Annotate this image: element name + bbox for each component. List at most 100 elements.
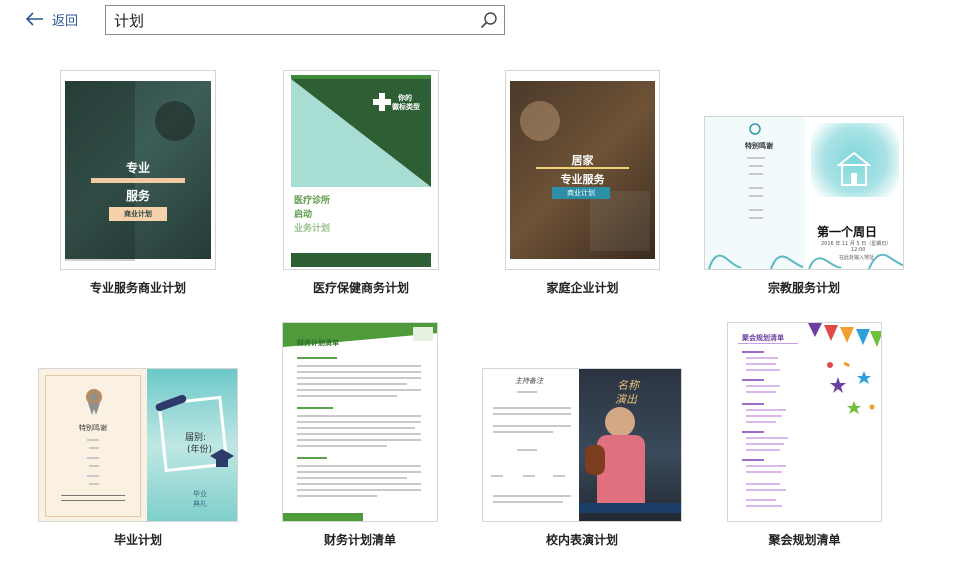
- list-line: [746, 409, 786, 411]
- list-line: [746, 357, 778, 359]
- search-box[interactable]: [105, 5, 505, 35]
- doc-title: 聚会规划清单: [742, 334, 784, 342]
- list-line: [742, 351, 764, 353]
- search-icon[interactable]: [480, 11, 498, 29]
- text-line: [89, 447, 99, 449]
- cover-band: [91, 178, 185, 183]
- template-thumbnail-4[interactable]: 特别鸣谢 第一个周日 2016 年 11 月 5 日（星期日） 12:00 在此…: [704, 116, 904, 270]
- footer-line-2: 典礼: [193, 500, 207, 508]
- text-line: [297, 457, 327, 459]
- church-icon: [837, 151, 871, 186]
- list-line: [746, 443, 784, 445]
- list-line: [742, 431, 764, 433]
- text-line: [491, 475, 503, 477]
- list-line: [746, 363, 776, 365]
- text-line: [553, 475, 565, 477]
- text-line: [297, 445, 387, 447]
- cover-title-1: 居家: [571, 154, 594, 167]
- text-line: [87, 457, 99, 459]
- list-line: [742, 459, 764, 461]
- text-line: [87, 439, 99, 441]
- dove-icon: [749, 123, 761, 135]
- cover-title-2: 专业服务: [560, 173, 605, 186]
- list-line: [746, 385, 780, 387]
- text-line: [749, 187, 763, 189]
- template-thumbnail-5[interactable]: 特别鸣谢 届别: (年份) 毕业 典礼: [38, 368, 238, 522]
- right-title-2: 演出: [615, 393, 637, 406]
- template-label[interactable]: 财务计划清单: [282, 531, 438, 548]
- list-line: [746, 489, 786, 491]
- back-button[interactable]: 返回: [26, 8, 78, 30]
- medal-icon: [86, 389, 102, 415]
- confetti-decoration: [827, 361, 875, 414]
- list-line: [742, 379, 764, 381]
- list-line: [746, 505, 782, 507]
- left-title: 特别鸣谢: [745, 142, 773, 150]
- text-line: [297, 383, 407, 385]
- template-thumbnail-7[interactable]: 主持备注 名称 演出: [482, 368, 682, 522]
- text-line: [297, 377, 421, 379]
- template-label[interactable]: 家庭企业计划: [505, 279, 660, 296]
- badge-line-2: 徽标类型: [392, 103, 420, 111]
- template-label[interactable]: 校内表演计划: [482, 531, 682, 548]
- text-line: [297, 439, 421, 441]
- text-line: [493, 431, 553, 433]
- footer-stripe: [283, 513, 363, 521]
- template-thumbnail-6[interactable]: 财务计划清单: [282, 322, 438, 522]
- left-title: 特别鸣谢: [79, 424, 107, 432]
- text-line: [517, 449, 537, 451]
- text-line: [493, 407, 571, 409]
- list-line: [746, 391, 776, 393]
- text-line: [89, 483, 99, 485]
- left-title: 主持备注: [515, 377, 543, 385]
- template-label[interactable]: 宗教服务计划: [704, 279, 904, 296]
- text-line: [297, 421, 421, 423]
- text-line: [297, 483, 421, 485]
- text-line: [493, 413, 571, 415]
- text-line: [297, 427, 415, 429]
- text-line: [297, 489, 421, 491]
- swirl-decoration: [708, 253, 903, 269]
- template-thumbnail-1[interactable]: 专业 服务 商业计划: [60, 70, 216, 270]
- template-label[interactable]: 毕业计划: [38, 531, 238, 548]
- text-line: [297, 465, 421, 467]
- text-line: [297, 365, 421, 367]
- top-bar: 返回: [0, 0, 980, 44]
- cover-line-2: 启动: [294, 210, 313, 220]
- template-label[interactable]: 医疗保健商务计划: [283, 279, 439, 296]
- list-line: [746, 421, 776, 423]
- text-line: [297, 389, 421, 391]
- template-thumbnail-3[interactable]: 居家 专业服务 商业计划: [505, 70, 660, 270]
- text-line: [297, 415, 421, 417]
- text-line: [297, 477, 407, 479]
- template-thumbnail-8[interactable]: 聚会规划清单: [727, 322, 882, 522]
- doc-title: 财务计划清单: [297, 339, 339, 347]
- search-input[interactable]: [106, 6, 474, 34]
- list-line: [746, 471, 782, 473]
- text-line: [297, 407, 333, 409]
- cover-title-2: 服务: [125, 189, 150, 203]
- cover-line-1: 医疗诊所: [294, 196, 331, 206]
- list-line: [746, 415, 782, 417]
- cover-title-1: 专业: [125, 161, 150, 175]
- right-line-2: (年份): [187, 445, 213, 455]
- text-line: [493, 501, 563, 503]
- text-line: [297, 433, 421, 435]
- graduation-cap-icon: [210, 449, 234, 467]
- footer-line-1: 毕业: [193, 490, 207, 498]
- text-line: [517, 391, 537, 393]
- photo-background: [510, 81, 655, 259]
- text-line: [297, 471, 421, 473]
- template-label[interactable]: 专业服务商业计划: [60, 279, 216, 296]
- list-line: [746, 449, 780, 451]
- text-line: [749, 165, 763, 167]
- text-line: [749, 195, 763, 197]
- text-line: [749, 209, 763, 211]
- template-thumbnail-2[interactable]: 你的 徽标类型 医疗诊所 启动 业务计划: [283, 70, 439, 270]
- list-line: [746, 499, 776, 501]
- text-line: [87, 475, 99, 477]
- list-line: [746, 437, 788, 439]
- text-line: [297, 495, 377, 497]
- text-line: [297, 371, 421, 373]
- template-label[interactable]: 聚会规划清单: [727, 531, 882, 548]
